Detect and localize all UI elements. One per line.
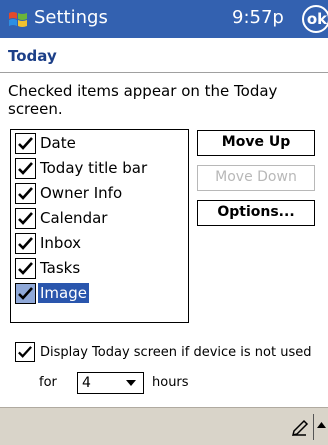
checkbox[interactable] xyxy=(15,283,36,304)
checkbox[interactable] xyxy=(15,183,36,204)
list-item-label: Today title bar xyxy=(40,159,148,177)
list-item-owner-info[interactable]: Owner Info xyxy=(15,182,183,206)
list-item-calendar[interactable]: Calendar xyxy=(15,207,183,231)
display-today-checkbox[interactable] xyxy=(15,342,35,362)
ok-button[interactable]: ok xyxy=(302,5,328,33)
checkbox[interactable] xyxy=(15,158,36,179)
bottom-menu-bar xyxy=(0,407,328,445)
display-today-label: Display Today screen if device is not us… xyxy=(40,345,312,360)
checkbox[interactable] xyxy=(15,258,36,279)
hours-value: 4 xyxy=(82,375,91,391)
list-item-label: Calendar xyxy=(40,209,108,227)
list-item-date[interactable]: Date xyxy=(15,132,183,156)
chevron-down-icon xyxy=(126,380,136,386)
move-up-button[interactable]: Move Up xyxy=(197,130,315,156)
checkbox[interactable] xyxy=(15,133,36,154)
page-header: Today xyxy=(0,38,328,73)
list-item-label: Date xyxy=(40,134,76,152)
separator xyxy=(313,414,314,440)
list-item-label: Inbox xyxy=(40,234,82,252)
list-item-tasks[interactable]: Tasks xyxy=(15,257,183,281)
for-label: for xyxy=(39,375,57,390)
list-item-label: Owner Info xyxy=(40,184,123,202)
display-today-option[interactable]: Display Today screen if device is not us… xyxy=(15,342,325,366)
clock[interactable]: 9:57p xyxy=(232,7,284,29)
instruction-text: Checked items appear on the Today screen… xyxy=(8,82,278,118)
checkbox[interactable] xyxy=(15,233,36,254)
arrow-up-icon[interactable] xyxy=(317,422,326,428)
options-button[interactable]: Options... xyxy=(197,200,315,226)
hours-label: hours xyxy=(152,375,189,390)
hours-row: for 4 hours xyxy=(27,372,227,396)
hours-select[interactable]: 4 xyxy=(77,372,144,394)
list-item-image[interactable]: Image xyxy=(15,282,183,306)
list-item-label: Tasks xyxy=(40,259,81,277)
list-item-inbox[interactable]: Inbox xyxy=(15,232,183,256)
page-title: Today xyxy=(8,47,57,65)
list-item-today-title-bar[interactable]: Today title bar xyxy=(15,157,183,181)
list-item-label: Image xyxy=(38,283,89,303)
pen-icon[interactable] xyxy=(290,418,310,438)
today-items-list[interactable]: Date Today title bar Owner Info Calendar… xyxy=(10,129,189,323)
windows-flag-icon[interactable] xyxy=(7,9,29,29)
move-down-button[interactable]: Move Down xyxy=(197,165,315,191)
app-title: Settings xyxy=(34,7,108,28)
title-bar: Settings 9:57p ok xyxy=(0,0,328,38)
checkbox[interactable] xyxy=(15,208,36,229)
